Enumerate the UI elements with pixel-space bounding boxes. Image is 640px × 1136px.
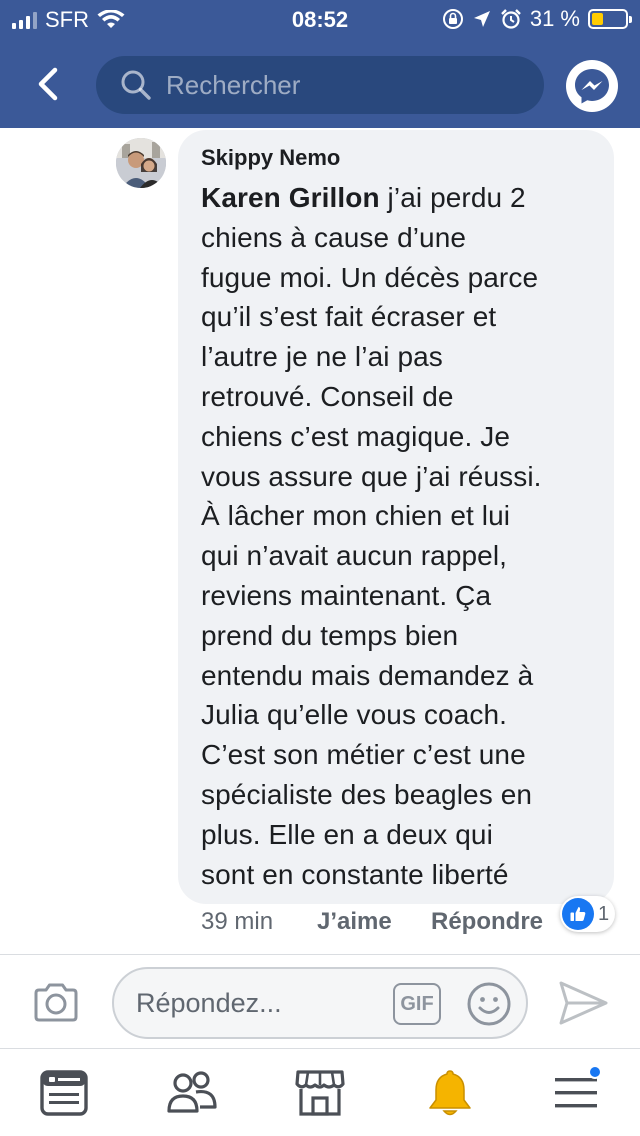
tab-notifications[interactable]	[424, 1067, 476, 1119]
comment-line: spécialiste des beagles en	[201, 778, 533, 810]
comment-line-text: j’ai perdu 2	[379, 182, 526, 213]
tab-friends[interactable]	[166, 1067, 218, 1119]
search-bar[interactable]	[96, 56, 544, 114]
thumbs-up-icon	[562, 898, 594, 930]
battery-percent: 31 %	[529, 6, 580, 31]
messenger-icon	[575, 69, 609, 104]
send-button[interactable]	[556, 977, 610, 1029]
comment-line: qui n’avait aucun rappel,	[201, 540, 508, 572]
friends-icon	[167, 1071, 217, 1113]
comment-line: qu’il s’est fait écraser et	[201, 301, 497, 333]
comment-line: l’autre je ne l’ai pas	[201, 341, 443, 373]
comment-line: entendu mais demandez à	[201, 659, 534, 691]
comment-line: Julia qu’elle vous coach.	[201, 699, 508, 731]
comment-line: fugue moi. Un décès parce	[201, 261, 539, 293]
battery-level-fill	[592, 13, 604, 25]
notification-dot	[588, 1065, 602, 1079]
messenger-button[interactable]	[566, 60, 618, 112]
tab-bar	[0, 1048, 640, 1136]
tab-news-feed[interactable]	[38, 1067, 90, 1119]
top-bar: SFR 08:52 31 %	[0, 0, 640, 128]
tab-marketplace[interactable]	[294, 1067, 346, 1119]
reply-field[interactable]: GIF	[112, 967, 528, 1039]
location-arrow-icon	[473, 11, 490, 27]
reply-input[interactable]	[136, 987, 376, 1019]
comment-line: vous assure que j’ai réussi.	[201, 460, 542, 492]
comment-timestamp[interactable]: 39 min	[201, 908, 317, 936]
reply-button[interactable]: Répondre	[431, 908, 543, 936]
comment-bubble: Skippy Nemo Karen Grillon j’ai perdu 2 c…	[178, 130, 614, 904]
reaction-count: 1	[598, 902, 610, 925]
rotation-lock-icon	[442, 9, 463, 29]
navigation-bar	[0, 50, 640, 120]
comment-text: Karen Grillon j’ai perdu 2 chiens à caus…	[201, 178, 594, 894]
comment-line: Karen Grillon j’ai perdu 2	[201, 178, 594, 218]
comment-line: sont en constante liberté	[201, 858, 509, 890]
comment-author[interactable]: Skippy Nemo	[201, 144, 594, 172]
gif-button[interactable]: GIF	[393, 983, 441, 1025]
mention-link[interactable]: Karen Grillon	[201, 182, 380, 213]
send-icon	[559, 981, 608, 1025]
like-button[interactable]: J’aime	[317, 908, 431, 936]
comment-actions: 39 min J’aime Répondre	[201, 908, 543, 936]
status-bar: SFR 08:52 31 %	[0, 0, 640, 40]
back-button[interactable]	[28, 64, 68, 104]
status-right: 31 %	[442, 6, 632, 32]
search-input[interactable]	[166, 69, 526, 101]
avatar-photo	[116, 138, 166, 188]
tab-menu[interactable]	[550, 1065, 602, 1119]
comment-line: C’est son métier c’est une	[201, 739, 526, 771]
marketplace-icon	[295, 1070, 345, 1116]
battery-icon	[588, 9, 632, 29]
notifications-bell-icon	[429, 1070, 471, 1116]
comment-line: prend du temps bien	[201, 619, 459, 651]
camera-button[interactable]	[30, 977, 82, 1029]
comment-line: plus. Elle en a deux qui	[201, 818, 493, 850]
comment-line: retrouvé. Conseil de	[201, 380, 454, 412]
comment-line: chiens à cause d’une	[201, 221, 467, 253]
reply-composer: GIF	[0, 954, 640, 1048]
comment-line: reviens maintenant. Ça	[201, 579, 492, 611]
avatar[interactable]	[116, 138, 166, 188]
reaction-summary[interactable]: 1	[560, 896, 616, 932]
chevron-left-icon	[38, 67, 58, 101]
alarm-icon	[500, 9, 521, 29]
search-icon	[121, 70, 151, 100]
emoji-button[interactable]	[466, 981, 512, 1027]
news-feed-icon	[40, 1070, 88, 1116]
comment-line: chiens c’est magique. Je	[201, 420, 511, 452]
comment-line: À lâcher mon chien et lui	[201, 500, 511, 532]
smiley-icon	[467, 982, 511, 1026]
camera-icon	[34, 983, 78, 1022]
